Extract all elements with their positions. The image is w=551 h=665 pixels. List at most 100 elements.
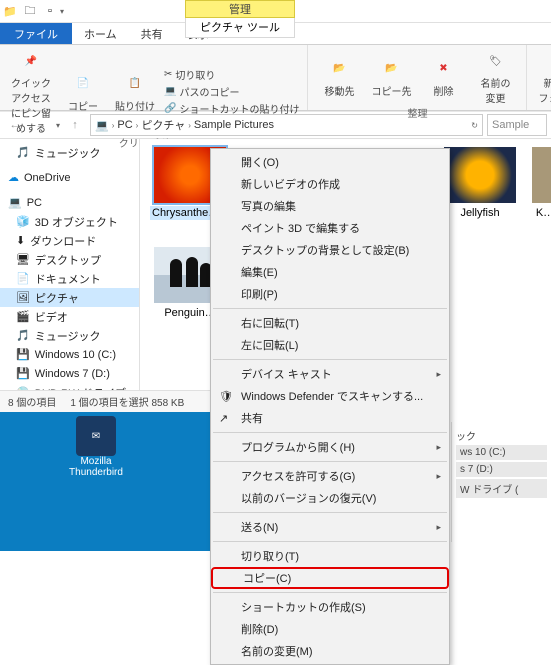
delete-icon: ✖ [430, 56, 456, 82]
context-menu: 開く(O) 新しいビデオの作成 写真の編集 ペイント 3D で編集する デスクト… [210, 148, 450, 665]
ctx-cut[interactable]: 切り取り(T) [211, 545, 449, 567]
cube-icon: 🧊 [16, 215, 30, 228]
desktop-icon: 🖥 [16, 253, 30, 266]
ctx-create-video[interactable]: 新しいビデオの作成 [211, 173, 449, 195]
drive-icon: 💾 [16, 367, 30, 380]
sidebar-item-drive-c[interactable]: 💾Windows 10 (C:) [0, 345, 139, 364]
sidebar-item-music2[interactable]: 🎵ミュージック [0, 326, 139, 345]
ribbon-group-new: 📁新しい フォルダー ✦新しいアイテム ▾ ↗ショートカット ▾ 新規 [527, 45, 551, 110]
qat-folder-icon[interactable]: 🗀 [20, 0, 40, 23]
sidebar-item-drive-d[interactable]: 💾Windows 7 (D:) [0, 364, 139, 383]
cloud-icon: ☁ [8, 171, 19, 184]
sidebar-item-music[interactable]: 🎵ミュージック [0, 143, 139, 162]
thunderbird-icon: ✉ [76, 416, 116, 456]
sidebar-item-desktop[interactable]: 🖥デスクトップ [0, 250, 139, 269]
thumbnail-image [532, 147, 551, 203]
file-caption: Jellyfish [458, 206, 501, 220]
sidebar-item-downloads[interactable]: ⬇ダウンロード [0, 231, 139, 250]
qat-more-icon[interactable]: ▾ [60, 7, 64, 16]
sidebar-item-3dobjects[interactable]: 🧊3D オブジェクト [0, 212, 139, 231]
ribbon-group-clipboard: 📌 クイック アクセス にピン留めする 📄 コピー 📋 貼り付け ✂切り取り 💻… [0, 45, 308, 110]
paste-icon: 📋 [122, 71, 148, 97]
pc-icon: 💻 [8, 196, 22, 209]
separator [213, 512, 447, 513]
tab-file[interactable]: ファイル [0, 23, 72, 44]
status-count: 8 個の項目 [8, 394, 56, 409]
tab-share[interactable]: 共有 [129, 23, 175, 44]
copy-button[interactable]: 📄 コピー [60, 71, 106, 113]
group-label: 整理 [316, 105, 518, 118]
delete-button[interactable]: ✖削除 [420, 56, 466, 98]
copy-path-button[interactable]: 💻パスのコピー [164, 84, 299, 99]
sidebar-item-pc[interactable]: 💻PC [0, 193, 139, 212]
new-folder-button[interactable]: 📁新しい フォルダー [535, 48, 551, 120]
separator [213, 359, 447, 360]
move-to-button[interactable]: 📂移動先 [316, 56, 362, 98]
pin-quick-access-button[interactable]: 📌 クイック アクセス にピン留めする [8, 48, 54, 135]
cut-button[interactable]: ✂切り取り [164, 67, 299, 82]
ctx-rotate-right[interactable]: 右に回転(T) [211, 312, 449, 334]
separator [213, 432, 447, 433]
ctx-defender-scan[interactable]: 🛡Windows Defender でスキャンする... [211, 385, 449, 407]
desktop-app-icon[interactable]: ✉ Mozilla Thunderbird [60, 416, 132, 478]
ctx-open-with[interactable]: プログラムから開く(H) [211, 436, 449, 458]
ctx-paint3d[interactable]: ペイント 3D で編集する [211, 217, 449, 239]
ctx-edit[interactable]: 編集(E) [211, 261, 449, 283]
sidebar-item-videos[interactable]: 🎬ビデオ [0, 307, 139, 326]
desktop-area[interactable]: ✉ Mozilla Thunderbird [0, 412, 210, 551]
shield-icon: 🛡 [219, 390, 233, 403]
ribbon: 📌 クイック アクセス にピン留めする 📄 コピー 📋 貼り付け ✂切り取り 💻… [0, 45, 551, 111]
file-caption: K… [534, 206, 551, 220]
sidebar-item-pictures[interactable]: 🖼ピクチャ [0, 288, 139, 307]
contextual-tab-label[interactable]: ピクチャ ツール [185, 18, 295, 38]
separator [213, 592, 447, 593]
rename-button[interactable]: 🏷名前の 変更 [472, 48, 518, 105]
paste-button[interactable]: 📋 貼り付け [112, 71, 158, 113]
copy-icon: 📄 [70, 71, 96, 97]
qat-equals-icon[interactable]: ▫ [40, 0, 60, 23]
background-window: ック ws 10 (C:) s 7 (D:) W ドライブ ( [451, 422, 551, 542]
ctx-send-to[interactable]: 送る(N) [211, 516, 449, 538]
status-selection: 1 個の項目を選択 858 KB [70, 394, 184, 409]
folder-icon: 📁 [0, 0, 20, 23]
download-icon: ⬇ [16, 234, 25, 247]
ctx-set-bg[interactable]: デスクトップの背景として設定(B) [211, 239, 449, 261]
status-bar: 8 個の項目 1 個の項目を選択 858 KB [0, 390, 210, 412]
ctx-edit-photo[interactable]: 写真の編集 [211, 195, 449, 217]
sidebar-item-documents[interactable]: 📄ドキュメント [0, 269, 139, 288]
separator [213, 461, 447, 462]
ctx-create-shortcut[interactable]: ショートカットの作成(S) [211, 596, 449, 618]
tab-home[interactable]: ホーム [72, 23, 129, 44]
ctx-cast[interactable]: デバイス キャスト [211, 363, 449, 385]
contextual-tab-header: 管理 [185, 0, 295, 18]
ctx-give-access[interactable]: アクセスを許可する(G) [211, 465, 449, 487]
separator [213, 541, 447, 542]
sidebar-item-onedrive[interactable]: ☁OneDrive [0, 168, 139, 187]
ctx-share[interactable]: ↗共有 [211, 407, 449, 429]
rename-icon: 🏷 [482, 48, 508, 74]
thumbnail-image [444, 147, 516, 203]
copyto-icon: 📂 [378, 56, 404, 82]
shortcut-icon: 🔗 [164, 103, 176, 114]
ctx-open[interactable]: 開く(O) [211, 151, 449, 173]
ctx-delete[interactable]: 削除(D) [211, 618, 449, 640]
move-icon: 📂 [326, 56, 352, 82]
file-thumb[interactable]: Jellyfish [440, 147, 520, 220]
ctx-rotate-left[interactable]: 左に回転(L) [211, 334, 449, 356]
share-icon: ↗ [219, 412, 228, 425]
copy-to-button[interactable]: 📂コピー先 [368, 56, 414, 98]
contextual-tab[interactable]: 管理 ピクチャ ツール [185, 0, 295, 38]
ctx-rename[interactable]: 名前の変更(M) [211, 640, 449, 662]
ctx-print[interactable]: 印刷(P) [211, 283, 449, 305]
ctx-copy[interactable]: コピー(C) [211, 567, 449, 589]
drive-icon: 💾 [16, 348, 30, 361]
picture-icon: 🖼 [16, 291, 30, 304]
ctx-previous-version[interactable]: 以前のバージョンの復元(V) [211, 487, 449, 509]
file-thumb[interactable]: K… [530, 147, 551, 220]
refresh-icon[interactable]: ↻ [471, 121, 478, 130]
paste-shortcut-button[interactable]: 🔗ショートカットの貼り付け [164, 101, 299, 116]
music-icon: 🎵 [16, 146, 30, 159]
separator [213, 308, 447, 309]
video-icon: 🎬 [16, 310, 30, 323]
new-folder-icon: 📁 [545, 48, 551, 74]
